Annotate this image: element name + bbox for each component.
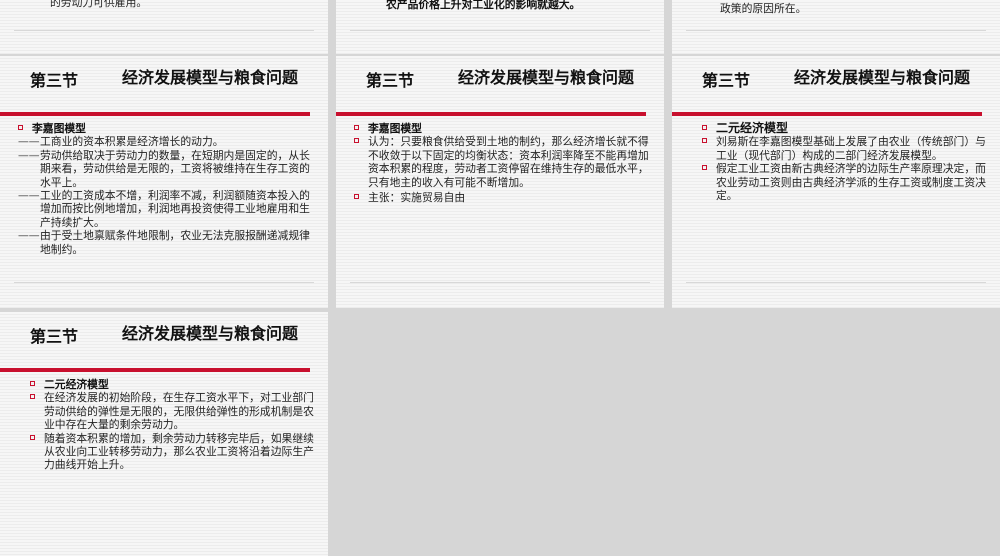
bullet-item-text: 假定工业工资由新古典经济学的边际生产率原理决定，而农业劳动工资则由古典经济学派的… <box>716 162 986 203</box>
square-bullet-icon <box>30 434 35 440</box>
bullet-item: 在经济发展的初始阶段，在生存工资水平下，对工业部门劳动供给的弹性是无限的，无限供… <box>30 391 314 431</box>
bullet-heading-text: 李嘉图模型 <box>32 122 86 135</box>
bullet-item: 刘易斯在李嘉图模型基础上发展了由农业（传统部门）与工业（现代部门）构成的二部门经… <box>702 135 986 162</box>
dash-item: —— 由于受土地禀赋条件地限制，农业无法克服报酬递减规律地制约。 <box>18 229 314 256</box>
dash-icon: —— <box>18 148 40 162</box>
bullet-heading: 二元经济模型 <box>30 378 314 391</box>
bullet-item: 主张：实施贸易自由 <box>354 191 650 204</box>
slide-title: 经济发展模型与粮食问题 <box>121 324 298 343</box>
partial-slide-middle: 农产品价格上升对工业化的影响就越大。 <box>336 0 664 54</box>
divider <box>686 30 986 31</box>
slide-title: 经济发展模型与粮食问题 <box>793 68 970 87</box>
bullet-item: 随着资本积累的增加，剩余劳动力转移完毕后，如果继续从农业向工业转移劳动力，那么农… <box>30 432 314 472</box>
title-underline <box>0 112 310 116</box>
square-bullet-icon <box>702 165 707 171</box>
square-bullet-icon <box>354 138 359 144</box>
partial-text: 政策的原因所在。 <box>720 2 807 15</box>
partial-slide-left: 的劳动力可供雇用。 <box>0 0 328 54</box>
divider <box>686 282 986 283</box>
dash-icon: —— <box>18 229 40 243</box>
slide-body: 李嘉图模型 —— 工商业的资本积累是经济增长的动力。 —— 劳动供给取决于劳动力的数… <box>18 122 314 256</box>
bullet-heading-text: 二元经济模型 <box>44 378 109 391</box>
slide-title: 经济发展模型与粮食问题 <box>457 68 634 87</box>
square-bullet-icon <box>30 394 35 400</box>
partial-text: 的劳动力可供雇用。 <box>50 0 148 9</box>
bullet-item-text: 在经济发展的初始阶段，在生存工资水平下，对工业部门劳动供给的弹性是无限的，无限供… <box>44 391 314 432</box>
square-bullet-icon <box>18 125 23 130</box>
divider <box>14 282 314 283</box>
slide-ricardo-2[interactable]: 第三节 经济发展模型与粮食问题 李嘉图模型 认为：只要粮食供给受到土地的制约，那… <box>336 56 664 308</box>
bullet-item: 认为：只要粮食供给受到土地的制约，那么经济增长就不得不收敛于以下固定的均衡状态：… <box>354 135 650 189</box>
square-bullet-icon <box>702 125 707 130</box>
dash-item: —— 劳动供给取决于劳动力的数量，在短期内是固定的，从长期来看，劳动供给是无限的，… <box>18 149 314 189</box>
slide-dual-economy-1[interactable]: 第三节 经济发展模型与粮食问题 二元经济模型 刘易斯在李嘉图模型基础上发展了由农… <box>672 56 1000 308</box>
divider <box>350 282 650 283</box>
slide-dual-economy-2[interactable]: 第三节 经济发展模型与粮食问题 二元经济模型 在经济发展的初始阶段，在生存工资水… <box>0 312 328 556</box>
slide-title-row: 第三节 经济发展模型与粮食问题 <box>0 320 328 368</box>
dash-item: —— 工业的工资成本不增，利润率不减，利润额随资本投入的增加而按比例地增加，利润地… <box>18 189 314 229</box>
square-bullet-icon <box>30 381 35 386</box>
slide-body: 李嘉图模型 认为：只要粮食供给受到土地的制约，那么经济增长就不得不收敛于以下固定… <box>354 122 650 204</box>
dash-item-text: 由于受土地禀赋条件地限制，农业无法克服报酬递减规律地制约。 <box>40 229 310 256</box>
bullet-item-text: 主张：实施贸易自由 <box>368 191 466 205</box>
bullet-heading-text: 二元经济模型 <box>716 121 789 135</box>
section-label: 第三节 <box>366 71 415 90</box>
dash-item-text: 工业的工资成本不增，利润率不减，利润额随资本投入的增加而按比例地增加，利润地再投… <box>40 189 310 229</box>
section-label: 第三节 <box>30 71 79 90</box>
slide-title-row: 第三节 经济发展模型与粮食问题 <box>0 64 328 112</box>
bullet-item-text: 随着资本积累的增加，剩余劳动力转移完毕后，如果继续从农业向工业转移劳动力，那么农… <box>44 431 314 472</box>
title-underline <box>672 112 982 116</box>
slide-title: 经济发展模型与粮食问题 <box>121 68 298 87</box>
square-bullet-icon <box>354 125 359 130</box>
dash-item: —— 工商业的资本积累是经济增长的动力。 <box>18 135 314 148</box>
partial-slide-right: 政策的原因所在。 <box>672 0 1000 54</box>
bullet-heading: 李嘉图模型 <box>18 122 314 135</box>
bullet-item-text: 认为：只要粮食供给受到土地的制约，那么经济增长就不得不收敛于以下固定的均衡状态：… <box>368 135 649 189</box>
dash-item-text: 工商业的资本积累是经济增长的动力。 <box>40 135 224 149</box>
section-label: 第三节 <box>702 71 751 90</box>
dash-icon: —— <box>18 135 40 149</box>
slide-body: 二元经济模型 刘易斯在李嘉图模型基础上发展了由农业（传统部门）与工业（现代部门）… <box>702 121 986 202</box>
divider <box>350 30 650 31</box>
slide-body: 二元经济模型 在经济发展的初始阶段，在生存工资水平下，对工业部门劳动供给的弹性是… <box>30 378 314 472</box>
section-label: 第三节 <box>30 327 79 346</box>
bullet-item-text: 刘易斯在李嘉图模型基础上发展了由农业（传统部门）与工业（现代部门）构成的二部门经… <box>716 135 986 162</box>
bullet-heading-text: 李嘉图模型 <box>368 122 422 135</box>
slide-title-row: 第三节 经济发展模型与粮食问题 <box>672 64 1000 112</box>
bullet-heading: 李嘉图模型 <box>354 122 650 135</box>
bullet-heading: 二元经济模型 <box>702 121 986 135</box>
divider <box>14 30 314 31</box>
dash-icon: —— <box>18 189 40 203</box>
square-bullet-icon <box>702 138 707 144</box>
dash-item-text: 劳动供给取决于劳动力的数量，在短期内是固定的，从长期来看，劳动供给是无限的，工资… <box>40 148 310 189</box>
square-bullet-icon <box>354 194 359 200</box>
slide-title-row: 第三节 经济发展模型与粮食问题 <box>336 64 664 112</box>
title-underline <box>336 112 646 116</box>
partial-text: 农产品价格上升对工业化的影响就越大。 <box>386 0 581 11</box>
title-underline <box>0 368 310 372</box>
slide-ricardo-1[interactable]: 第三节 经济发展模型与粮食问题 李嘉图模型 —— 工商业的资本积累是经济增长的动力… <box>0 56 328 308</box>
bullet-item: 假定工业工资由新古典经济学的边际生产率原理决定，而农业劳动工资则由古典经济学派的… <box>702 162 986 202</box>
